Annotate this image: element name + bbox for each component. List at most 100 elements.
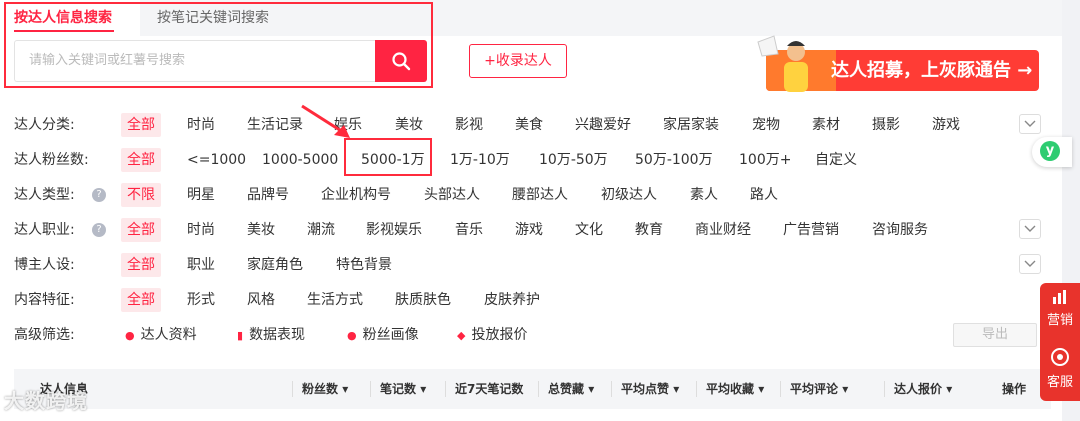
filter-option[interactable]: 时尚 <box>187 218 215 242</box>
filter-option[interactable]: 广告营销 <box>783 218 839 242</box>
filter-option[interactable]: 时尚 <box>187 113 215 137</box>
filter-option[interactable]: 企业机构号 <box>321 183 391 207</box>
filter-option[interactable]: 生活方式 <box>307 288 363 312</box>
filter-option[interactable]: 全部 <box>121 218 161 242</box>
help-icon[interactable]: ? <box>92 188 106 202</box>
filter-option[interactable]: 职业 <box>187 253 215 277</box>
filter-option[interactable]: 明星 <box>187 183 215 207</box>
filter-option[interactable]: 全部 <box>121 288 161 312</box>
filter-option[interactable]: 影视 <box>455 113 483 137</box>
headset-icon <box>1051 348 1069 366</box>
page: 按达人信息搜索 按笔记关键词搜索 请输入关键词或红薯号搜索 +收录达人 达人招募… <box>0 0 1080 421</box>
filter-option[interactable]: 美妆 <box>395 113 423 137</box>
filter-option[interactable]: 家居家装 <box>663 113 719 137</box>
service-button[interactable]: 客服 <box>1040 347 1080 390</box>
filter-option[interactable]: 不限 <box>121 183 161 207</box>
column-header[interactable]: 达人报价 ▾ <box>884 369 952 409</box>
filter-option[interactable]: 头部达人 <box>424 183 480 207</box>
filter-option[interactable]: 肤质肤色 <box>395 288 451 312</box>
expand-button[interactable] <box>1019 254 1041 274</box>
filter-option[interactable]: 宠物 <box>752 113 780 137</box>
filter-option[interactable]: <=1000 <box>187 148 246 172</box>
chevron-down-icon <box>1024 260 1036 267</box>
filter-row-type: 达人类型: ? 不限 明星 品牌号 企业机构号 头部达人 腰部达人 初级达人 素… <box>0 183 1062 207</box>
expand-button[interactable] <box>1019 219 1041 239</box>
filter-row-persona: 博主人设: 全部 职业 家庭角色 特色背景 <box>0 253 1062 277</box>
advanced-filter-option[interactable]: ● 粉丝画像 <box>347 323 419 347</box>
filter-option[interactable]: 教育 <box>635 218 663 242</box>
filter-label: 达人职业: <box>14 222 75 238</box>
filter-option[interactable]: 路人 <box>750 183 778 207</box>
filter-option[interactable]: 商业财经 <box>695 218 751 242</box>
filter-option[interactable]: 100万+ <box>739 148 791 172</box>
column-header[interactable]: 平均评论 ▾ <box>780 369 848 409</box>
filter-label: 达人分类: <box>14 117 75 133</box>
filter-option[interactable]: 影视娱乐 <box>366 218 422 242</box>
filter-row-content: 内容特征: 全部 形式 风格 生活方式 肤质肤色 皮肤养护 <box>0 288 1062 312</box>
column-header[interactable]: 总赞藏 ▾ <box>538 369 594 409</box>
bar-chart-icon: ▮ <box>237 329 244 342</box>
advanced-filter-label: 投放报价 <box>471 327 528 343</box>
filter-label: 博主人设: <box>14 257 75 273</box>
chart-icon <box>1053 290 1066 304</box>
filter-option[interactable]: 素人 <box>690 183 718 207</box>
filter-row-followers: 达人粉丝数: 全部 <=1000 1000-5000 5000-1万 1万-10… <box>0 148 1062 172</box>
advanced-filter-label: 粉丝画像 <box>362 327 419 343</box>
filter-option[interactable]: 音乐 <box>455 218 483 242</box>
filter-option[interactable]: 1000-5000 <box>262 148 338 172</box>
filter-row-profession: 达人职业: ? 全部 时尚 美妆 潮流 影视娱乐 音乐 游戏 文化 教育 商业财… <box>0 218 1062 242</box>
filter-option[interactable]: 腰部达人 <box>512 183 568 207</box>
advanced-filter-option[interactable]: ● 达人资料 <box>125 323 197 347</box>
filter-option[interactable]: 皮肤养护 <box>484 288 540 312</box>
help-icon[interactable]: ? <box>92 223 106 237</box>
filter-option[interactable]: 1万-10万 <box>450 148 510 172</box>
chevron-down-icon <box>1024 120 1036 127</box>
filter-option[interactable]: 特色背景 <box>336 253 392 277</box>
filter-option[interactable]: 游戏 <box>932 113 960 137</box>
filter-option[interactable]: 10万-50万 <box>539 148 608 172</box>
filter-option[interactable]: 品牌号 <box>247 183 289 207</box>
column-header[interactable]: 粉丝数 ▾ <box>292 369 348 409</box>
filter-option[interactable]: 游戏 <box>515 218 543 242</box>
plugin-badge[interactable]: y <box>1032 137 1072 167</box>
marketing-button[interactable]: 营销 <box>1040 289 1080 328</box>
chevron-down-icon <box>1024 225 1036 232</box>
advanced-filter-label: 数据表现 <box>249 327 306 343</box>
arrow-pointer-icon <box>301 104 350 138</box>
filter-option[interactable]: 全部 <box>121 113 161 137</box>
expand-button[interactable] <box>1019 114 1041 134</box>
filter-option[interactable]: 兴趣爱好 <box>575 113 631 137</box>
filter-option[interactable]: 摄影 <box>872 113 900 137</box>
advanced-filter-option[interactable]: ◆ 投放报价 <box>457 323 527 347</box>
highlight-box-search <box>4 2 433 88</box>
filter-option[interactable]: 初级达人 <box>601 183 657 207</box>
advanced-filter-option[interactable]: ▮ 数据表现 <box>237 323 305 347</box>
column-header[interactable]: 笔记数 ▾ <box>370 369 426 409</box>
filter-option[interactable]: 50万-100万 <box>635 148 713 172</box>
watermark: 大数跨境 <box>4 389 88 413</box>
filter-label: 达人粉丝数: <box>14 152 89 168</box>
filter-option[interactable]: 全部 <box>121 253 161 277</box>
table-header: 达人信息 粉丝数 ▾ 笔记数 ▾ 近7天笔记数 总赞藏 ▾ 平均点赞 ▾ 平均收… <box>14 369 1051 409</box>
filter-label: 高级筛选: <box>14 327 75 343</box>
filter-option[interactable]: 潮流 <box>307 218 335 242</box>
filter-option[interactable]: 家庭角色 <box>247 253 303 277</box>
filter-option[interactable]: 素材 <box>812 113 840 137</box>
filter-option[interactable]: 美妆 <box>247 218 275 242</box>
filter-option[interactable]: 风格 <box>247 288 275 312</box>
filter-option[interactable]: 咨询服务 <box>872 218 928 242</box>
collect-influencer-button[interactable]: +收录达人 <box>469 44 567 78</box>
fans-icon: ● <box>347 329 357 342</box>
filter-row-advanced: 高级筛选: ● 达人资料 ▮ 数据表现 ● 粉丝画像 ◆ 投放报价 <box>0 323 1062 347</box>
banner-text: 达人招募，上灰豚通告 → <box>831 60 1033 81</box>
filter-option[interactable]: 生活记录 <box>247 113 303 137</box>
export-button[interactable]: 导出 <box>953 323 1037 347</box>
column-header[interactable]: 平均收藏 ▾ <box>696 369 764 409</box>
filter-option[interactable]: 自定义 <box>815 148 857 172</box>
column-header[interactable]: 平均点赞 ▾ <box>611 369 679 409</box>
filter-option[interactable]: 文化 <box>575 218 603 242</box>
filter-option[interactable]: 美食 <box>515 113 543 137</box>
filter-option[interactable]: 全部 <box>121 148 161 172</box>
filter-option[interactable]: 形式 <box>187 288 215 312</box>
column-header: 近7天笔记数 <box>445 369 523 409</box>
